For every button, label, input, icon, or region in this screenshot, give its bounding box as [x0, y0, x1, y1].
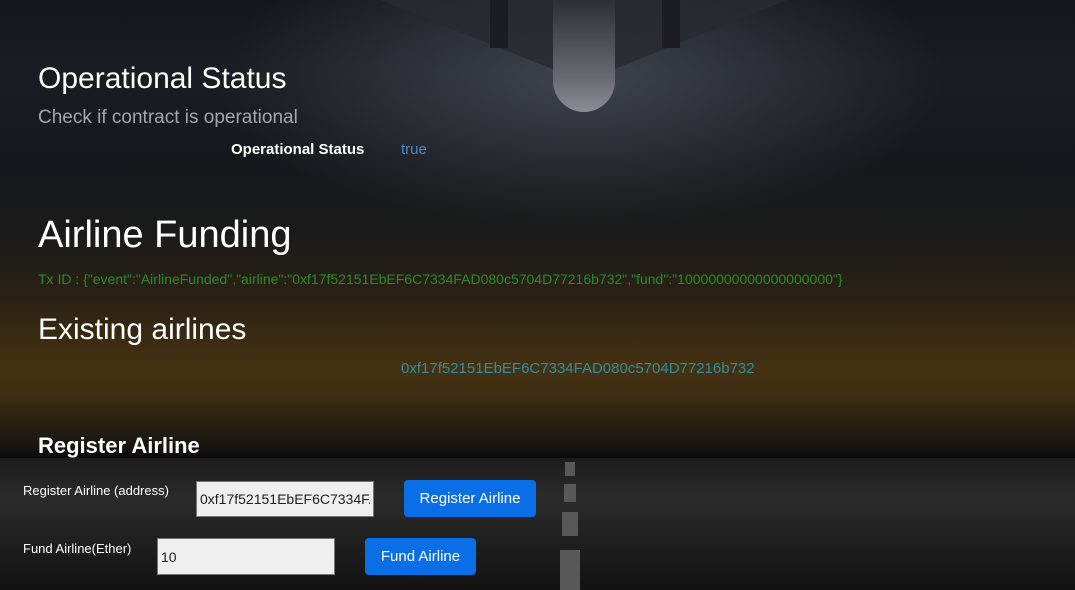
- register-airline-button[interactable]: Register Airline: [404, 480, 536, 517]
- operational-status-heading: Operational Status: [38, 62, 287, 95]
- operational-status-label: Operational Status: [231, 141, 365, 158]
- dapp-page: Operational Status Check if contract is …: [0, 0, 1075, 590]
- operational-status-subheading: Check if contract is operational: [38, 107, 298, 128]
- register-address-input[interactable]: [196, 481, 374, 517]
- existing-airlines-heading: Existing airlines: [38, 313, 247, 346]
- register-address-label: Register Airline (address): [23, 483, 169, 498]
- operational-status-value: true: [401, 141, 427, 158]
- fund-airline-button[interactable]: Fund Airline: [365, 538, 476, 575]
- fund-amount-label: Fund Airline(Ether): [23, 541, 132, 556]
- transaction-id-text: Tx ID : {"event":"AirlineFunded","airlin…: [38, 271, 843, 287]
- register-airline-heading: Register Airline: [38, 433, 200, 458]
- airline-list-item: 0xf17f52151EbEF6C7334FAD080c5704D77216b7…: [401, 360, 755, 377]
- fund-amount-input[interactable]: [157, 538, 335, 575]
- airline-funding-heading: Airline Funding: [38, 214, 292, 256]
